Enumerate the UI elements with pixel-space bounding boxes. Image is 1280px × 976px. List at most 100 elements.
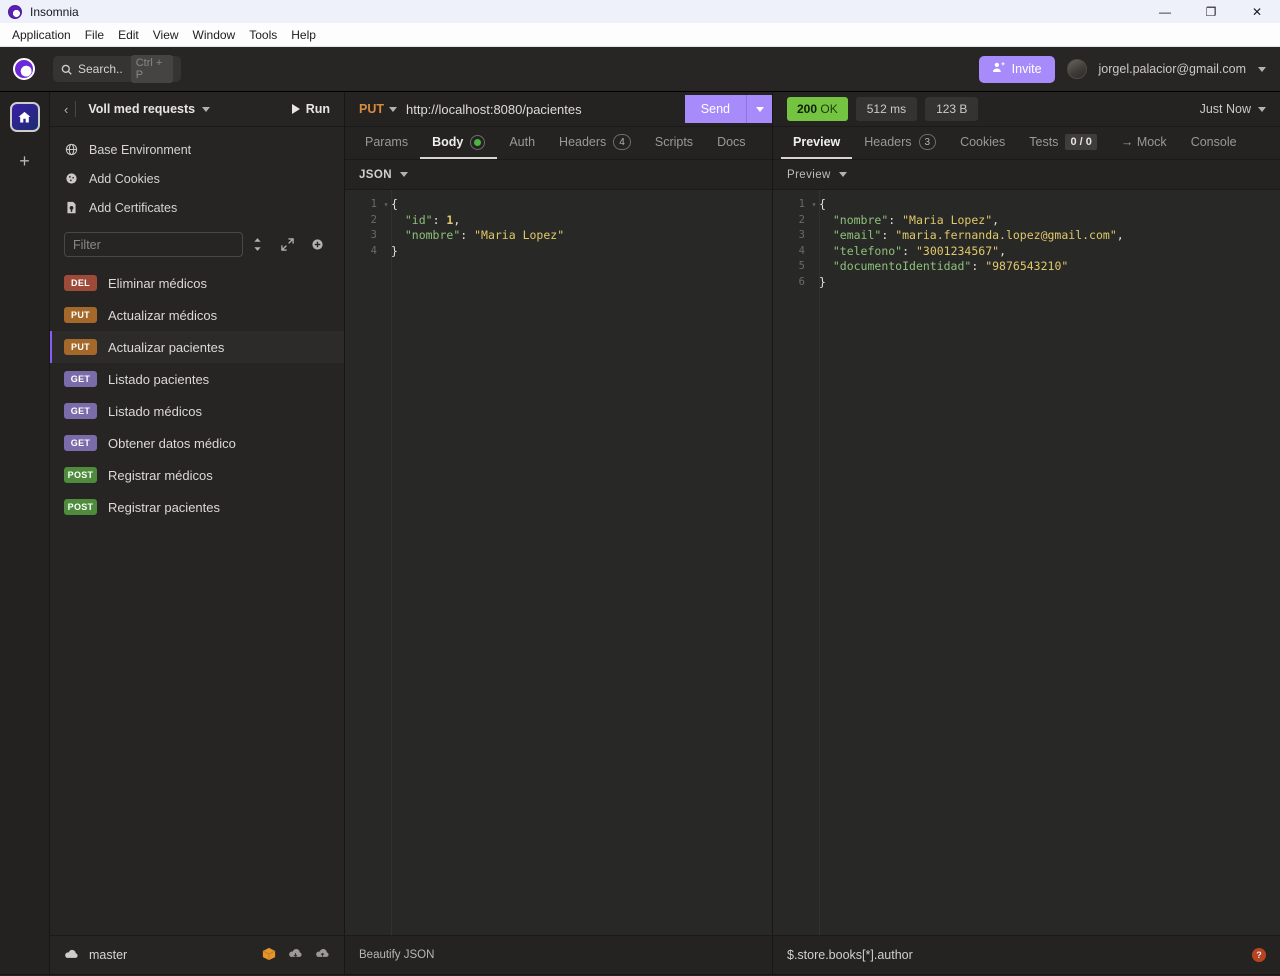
list-item[interactable]: GET Obtener datos médico [50,427,344,459]
menu-help[interactable]: Help [284,25,323,45]
send-options-button[interactable] [746,95,772,123]
beautify-json-button[interactable]: Beautify JSON [359,949,434,961]
list-item[interactable]: GET Listado pacientes [50,363,344,395]
list-item[interactable]: DEL Eliminar médicos [50,267,344,299]
request-name: Actualizar pacientes [108,339,225,355]
response-history-dropdown[interactable]: Just Now [1200,102,1266,116]
tab-params[interactable]: Params [353,127,420,159]
code-token: : [888,212,903,227]
sort-icon[interactable] [243,232,273,257]
method-badge: GET [64,371,97,387]
tab-cookies[interactable]: Cookies [948,127,1017,159]
cloud-download-icon[interactable] [288,948,303,963]
response-viewer-mode-selector[interactable]: Preview [773,160,1280,190]
tab-body[interactable]: Body [420,127,498,159]
code-token: "id" [404,212,433,227]
response-pane: 200 OK 512 ms 123 B Just Now Preview Hea… [773,92,1280,974]
menu-view[interactable]: View [146,25,186,45]
status-code: 200 [797,102,818,116]
package-icon[interactable] [262,947,276,964]
jsonpath-filter-bar: ? [773,935,1280,974]
method-chevron-down-icon[interactable] [389,106,397,112]
menu-window[interactable]: Window [186,25,243,45]
maximize-button[interactable]: ❐ [1188,0,1234,23]
cookie-icon [64,172,78,185]
menu-edit[interactable]: Edit [111,25,146,45]
tab-preview[interactable]: Preview [781,127,853,159]
tab-response-headers[interactable]: Headers 3 [852,127,948,159]
add-workspace-icon[interactable]: + [19,152,30,170]
invite-button[interactable]: Invite [978,55,1055,83]
tab-docs[interactable]: Docs [705,127,757,159]
certificate-icon [64,201,78,214]
request-body-editor[interactable]: 1 ▾{2 "id": 1,3 "nombre": "Maria Lopez" 4} [345,190,772,935]
response-body-viewer[interactable]: 1 ▾{2 "nombre": "Maria Lopez", 3 "email": … [773,190,1280,935]
search-label: Search.. [78,62,123,76]
request-method[interactable]: PUT [359,102,384,116]
code-token: : [971,259,986,274]
chevron-down-icon [838,172,847,177]
window-titlebar: Insomnia — ❐ ✕ [0,0,1280,23]
request-name: Registrar pacientes [108,499,220,515]
url-input[interactable]: http://localhost:8080/pacientes [406,102,685,117]
send-button[interactable]: Send [684,95,746,123]
menu-file[interactable]: File [78,25,111,45]
code-token: 1 [446,212,454,227]
tab-tests[interactable]: Tests 0 / 0 [1017,127,1109,159]
chevron-down-icon[interactable] [1258,66,1266,72]
workspace-chevron-down-icon[interactable] [202,106,211,112]
body-format-selector[interactable]: JSON [345,160,772,190]
invite-user-icon [992,61,1005,77]
list-item[interactable]: POST Registrar pacientes [50,491,344,523]
branch-name[interactable]: master [89,948,127,962]
app-header: Search.. Ctrl + P Invite jorgel.palacior… [0,47,1280,92]
tab-scripts[interactable]: Scripts [643,127,705,159]
back-chevron-icon[interactable]: ‹ [60,102,75,117]
filter-input[interactable] [64,232,243,257]
chevron-down-icon [399,172,408,177]
list-item[interactable]: PUT Actualizar médicos [50,299,344,331]
sidebar-item-base-environment[interactable]: Base Environment [50,135,344,164]
tab-auth[interactable]: Auth [497,127,547,159]
expand-collapse-icon[interactable] [273,232,303,257]
code-line: 2 "nombre": "Maria Lopez", [773,213,1280,229]
code-line: 3 "nombre": "Maria Lopez" [345,228,772,244]
fold-arrow-icon[interactable]: ▾ [381,197,391,213]
menu-application[interactable]: Application [5,25,78,45]
divider [75,101,77,117]
avatar[interactable] [1066,59,1087,79]
minimize-button[interactable]: — [1142,0,1188,23]
global-search[interactable]: Search.. Ctrl + P [53,55,181,83]
response-tabs: Preview Headers 3 Cookies Tests 0 / 0 → … [773,127,1280,160]
close-button[interactable]: ✕ [1234,0,1280,23]
jsonpath-input[interactable] [787,948,1252,962]
list-item[interactable]: GET Listado médicos [50,395,344,427]
tab-headers[interactable]: Headers 4 [547,127,643,159]
code-token: , [992,212,1000,227]
menu-tools[interactable]: Tools [242,25,284,45]
response-headers-count-badge: 3 [918,134,937,150]
fold-arrow-icon[interactable]: ▾ [809,197,819,213]
workspace-name[interactable]: Voll med requests [88,102,195,116]
add-request-icon[interactable] [302,232,332,257]
tab-label: Headers [559,135,607,149]
help-icon[interactable]: ? [1252,948,1266,962]
viewer-mode-label: Preview [787,168,831,181]
headers-count-badge: 4 [613,134,631,150]
code-line: 4} [345,244,772,260]
tab-mock[interactable]: → Mock [1109,127,1179,159]
response-status-bar: 200 OK 512 ms 123 B Just Now [773,92,1280,127]
code-line: 6} [773,275,1280,291]
status-text: OK [820,102,838,116]
home-icon[interactable] [9,102,40,132]
code-token: : [881,228,896,243]
sidebar-item-label: Add Cookies [89,171,160,186]
sidebar-item-add-certificates[interactable]: Add Certificates [50,193,344,222]
cloud-upload-icon[interactable] [315,948,330,963]
list-item-active[interactable]: PUT Actualizar pacientes [50,331,344,363]
run-collection-button[interactable]: Run [291,102,334,116]
sidebar-item-add-cookies[interactable]: Add Cookies [50,164,344,193]
list-item[interactable]: POST Registrar médicos [50,459,344,491]
tab-console[interactable]: Console [1179,127,1249,159]
